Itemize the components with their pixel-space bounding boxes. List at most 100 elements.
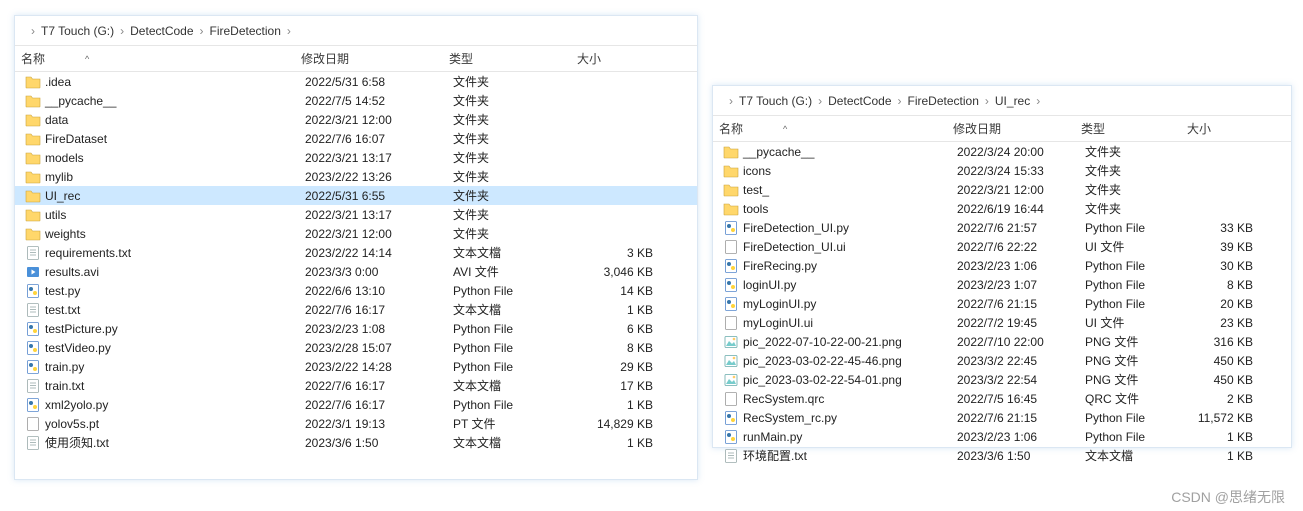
list-item[interactable]: UI_rec2022/5/31 6:55文件夹: [15, 186, 697, 205]
list-item[interactable]: models2022/3/21 13:17文件夹: [15, 148, 697, 167]
column-headers[interactable]: 名称 ^ 修改日期 类型 大小: [15, 46, 697, 72]
list-item[interactable]: test.py2022/6/6 13:10Python File14 KB: [15, 281, 697, 300]
file-type: UI 文件: [1079, 238, 1185, 255]
list-item[interactable]: test_2022/3/21 12:00文件夹: [713, 180, 1291, 199]
list-item[interactable]: icons2022/3/24 15:33文件夹: [713, 161, 1291, 180]
col-date[interactable]: 修改日期: [947, 116, 1075, 141]
list-item[interactable]: .idea2022/5/31 6:58文件夹: [15, 72, 697, 91]
folder-icon: [25, 131, 41, 147]
file-name: pic_2023-03-02-22-45-46.png: [743, 354, 902, 368]
file-size: 450 KB: [1185, 354, 1265, 368]
col-date[interactable]: 修改日期: [295, 46, 443, 71]
py-icon: [723, 296, 739, 312]
list-item[interactable]: weights2022/3/21 12:00文件夹: [15, 224, 697, 243]
list-item[interactable]: testPicture.py2023/2/23 1:08Python File6…: [15, 319, 697, 338]
file-name: pic_2023-03-02-22-54-01.png: [743, 373, 902, 387]
breadcrumb-segment[interactable]: FireDetection: [904, 94, 983, 108]
col-size[interactable]: 大小: [571, 46, 661, 71]
file-name: pic_2022-07-10-22-00-21.png: [743, 335, 902, 349]
column-headers[interactable]: 名称 ^ 修改日期 类型 大小: [713, 116, 1291, 142]
py-icon: [25, 359, 41, 375]
file-date: 2023/3/6 1:50: [951, 449, 1079, 463]
list-item[interactable]: pic_2023-03-02-22-54-01.png2023/3/2 22:5…: [713, 370, 1291, 389]
png-icon: [723, 372, 739, 388]
file-name: test.txt: [45, 303, 80, 317]
file-name: RecSystem.qrc: [743, 392, 824, 406]
list-item[interactable]: yolov5s.pt2022/3/1 19:13PT 文件14,829 KB: [15, 414, 697, 433]
list-item[interactable]: xml2yolo.py2022/7/6 16:17Python File1 KB: [15, 395, 697, 414]
breadcrumb[interactable]: ›T7 Touch (G:)›DetectCode›FireDetection›: [15, 16, 697, 46]
list-item[interactable]: results.avi2023/3/3 0:00AVI 文件3,046 KB: [15, 262, 697, 281]
breadcrumb-segment[interactable]: T7 Touch (G:): [735, 94, 816, 108]
list-item[interactable]: RecSystem_rc.py2022/7/6 21:15Python File…: [713, 408, 1291, 427]
list-item[interactable]: __pycache__2022/7/5 14:52文件夹: [15, 91, 697, 110]
list-item[interactable]: FireDetection_UI.ui2022/7/6 22:22UI 文件39…: [713, 237, 1291, 256]
file-date: 2022/7/6 16:17: [299, 398, 447, 412]
list-item[interactable]: requirements.txt2023/2/22 14:14文本文檔3 KB: [15, 243, 697, 262]
file-size: 11,572 KB: [1185, 411, 1265, 425]
list-item[interactable]: utils2022/3/21 13:17文件夹: [15, 205, 697, 224]
file-date: 2022/7/5 14:52: [299, 94, 447, 108]
list-item[interactable]: loginUI.py2023/2/23 1:07Python File8 KB: [713, 275, 1291, 294]
breadcrumb-segment[interactable]: DetectCode: [824, 94, 895, 108]
col-size[interactable]: 大小: [1181, 116, 1261, 141]
file-type: Python File: [447, 360, 575, 374]
breadcrumb-segment[interactable]: UI_rec: [991, 94, 1034, 108]
list-item[interactable]: 环境配置.txt2023/3/6 1:50文本文檔1 KB: [713, 446, 1291, 465]
list-item[interactable]: runMain.py2023/2/23 1:06Python File1 KB: [713, 427, 1291, 446]
file-date: 2022/7/6 22:22: [951, 240, 1079, 254]
file-name: runMain.py: [743, 430, 802, 444]
list-item[interactable]: myLoginUI.py2022/7/6 21:15Python File20 …: [713, 294, 1291, 313]
file-name: FireDetection_UI.ui: [743, 240, 846, 254]
folder-icon: [25, 112, 41, 128]
file-type: Python File: [1079, 430, 1185, 444]
list-item[interactable]: testVideo.py2023/2/28 15:07Python File8 …: [15, 338, 697, 357]
list-item[interactable]: __pycache__2022/3/24 20:00文件夹: [713, 142, 1291, 161]
col-name[interactable]: 名称 ^: [713, 116, 947, 141]
breadcrumb-segment[interactable]: T7 Touch (G:): [37, 24, 118, 38]
list-item[interactable]: FireDataset2022/7/6 16:07文件夹: [15, 129, 697, 148]
list-item[interactable]: tools2022/6/19 16:44文件夹: [713, 199, 1291, 218]
list-item[interactable]: myLoginUI.ui2022/7/2 19:45UI 文件23 KB: [713, 313, 1291, 332]
breadcrumb-segment[interactable]: DetectCode: [126, 24, 197, 38]
breadcrumb-segment[interactable]: FireDetection: [206, 24, 285, 38]
file-type: 文件夹: [447, 225, 575, 242]
file-name: loginUI.py: [743, 278, 796, 292]
file-date: 2023/2/22 14:28: [299, 360, 447, 374]
file-name: FireDetection_UI.py: [743, 221, 849, 235]
list-item[interactable]: mylib2023/2/22 13:26文件夹: [15, 167, 697, 186]
list-item[interactable]: FireDetection_UI.py2022/7/6 21:57Python …: [713, 218, 1291, 237]
chevron-right-icon: ›: [896, 94, 904, 108]
file-type: Python File: [1079, 259, 1185, 273]
file-date: 2023/3/6 1:50: [299, 436, 447, 450]
col-name[interactable]: 名称 ^: [15, 46, 295, 71]
list-item[interactable]: test.txt2022/7/6 16:17文本文檔1 KB: [15, 300, 697, 319]
file-name: testPicture.py: [45, 322, 118, 336]
file-type: QRC 文件: [1079, 390, 1185, 407]
file-list[interactable]: .idea2022/5/31 6:58文件夹__pycache__2022/7/…: [15, 72, 697, 452]
list-item[interactable]: data2022/3/21 12:00文件夹: [15, 110, 697, 129]
file-name: models: [45, 151, 84, 165]
list-item[interactable]: train.txt2022/7/6 16:17文本文檔17 KB: [15, 376, 697, 395]
chevron-right-icon: ›: [1034, 94, 1042, 108]
file-type: Python File: [447, 341, 575, 355]
file-date: 2023/2/28 15:07: [299, 341, 447, 355]
file-size: 8 KB: [575, 341, 665, 355]
col-type[interactable]: 类型: [443, 46, 571, 71]
breadcrumb[interactable]: ›T7 Touch (G:)›DetectCode›FireDetection›…: [713, 86, 1291, 116]
sort-caret-icon: ^: [85, 54, 89, 64]
file-size: 30 KB: [1185, 259, 1265, 273]
file-name: UI_rec: [45, 189, 80, 203]
list-item[interactable]: pic_2022-07-10-22-00-21.png2022/7/10 22:…: [713, 332, 1291, 351]
file-size: 1 KB: [1185, 449, 1265, 463]
file-date: 2023/3/2 22:45: [951, 354, 1079, 368]
list-item[interactable]: train.py2023/2/22 14:28Python File29 KB: [15, 357, 697, 376]
list-item[interactable]: 使用须知.txt2023/3/6 1:50文本文檔1 KB: [15, 433, 697, 452]
list-item[interactable]: FireRecing.py2023/2/23 1:06Python File30…: [713, 256, 1291, 275]
file-date: 2022/3/21 13:17: [299, 151, 447, 165]
file-date: 2023/2/23 1:06: [951, 430, 1079, 444]
col-type[interactable]: 类型: [1075, 116, 1181, 141]
list-item[interactable]: pic_2023-03-02-22-45-46.png 2023/3/2 22:4…: [713, 351, 1291, 370]
file-list[interactable]: __pycache__2022/3/24 20:00文件夹icons2022/3…: [713, 142, 1291, 465]
list-item[interactable]: RecSystem.qrc2022/7/5 16:45QRC 文件2 KB: [713, 389, 1291, 408]
